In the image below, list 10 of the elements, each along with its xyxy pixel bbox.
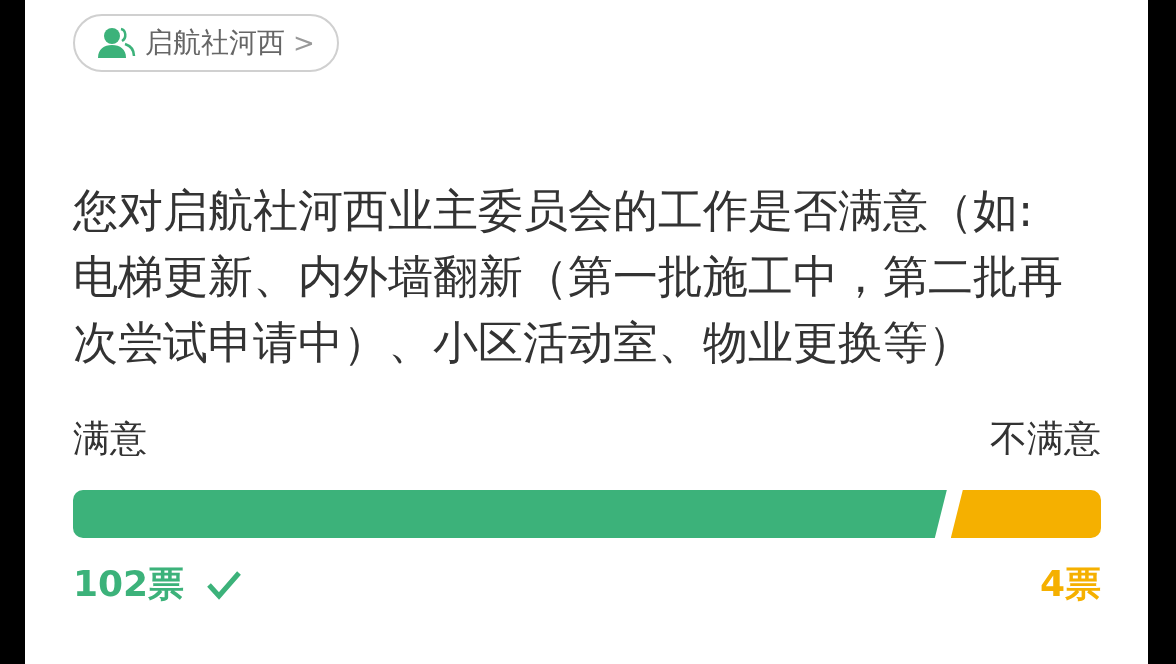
vote-count: 102票 bbox=[73, 562, 185, 606]
group-name: 启航社河西 bbox=[145, 25, 285, 61]
vote-count: 4票 bbox=[1039, 562, 1101, 606]
chevron-icon: > bbox=[293, 28, 315, 58]
poll-question: 您对启航社河西业主委员会的工作是否满意（如:电梯更新、内外墙翻新（第一批施工中，第二批再次尝试申请中）、小区活动室、物业更换等） bbox=[73, 183, 1064, 371]
people-icon bbox=[97, 26, 137, 60]
option-label: 满意 bbox=[73, 416, 147, 462]
check-icon bbox=[206, 569, 243, 600]
group-chip[interactable]: 启航社河西 > bbox=[73, 14, 339, 72]
option-label: 不满意 bbox=[990, 416, 1101, 462]
